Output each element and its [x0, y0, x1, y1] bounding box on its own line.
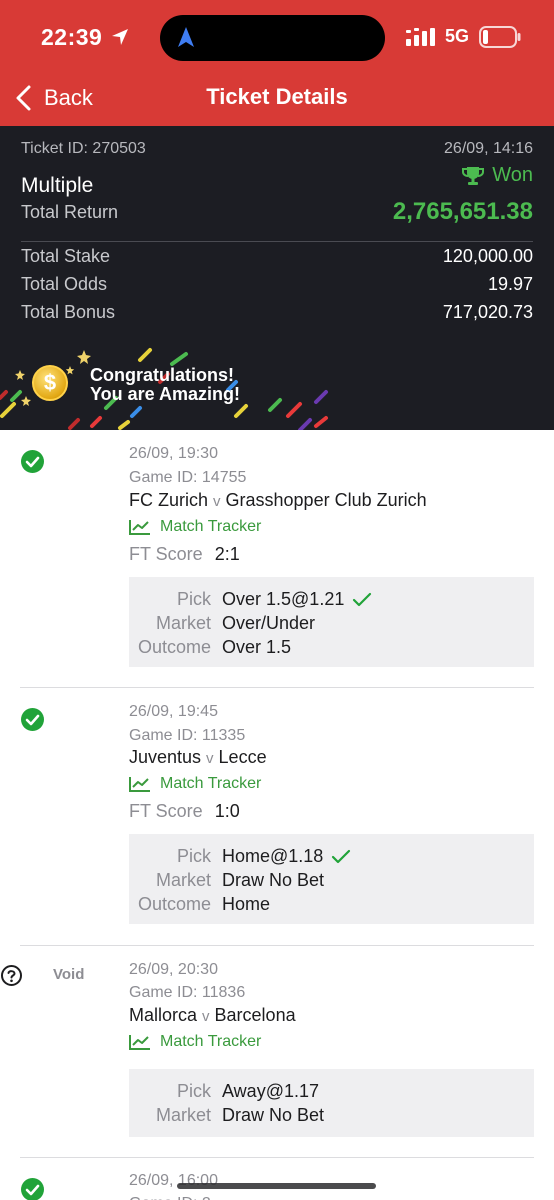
row-value: 19.97 [487, 274, 533, 294]
selection-item: 26/09, 19:30 Game ID: 14755 FC Zurich v Gr… [0, 430, 554, 688]
tracker-label: Match Tracker [160, 518, 262, 535]
match-teams: FC Zurich v Grasshopper Club Zurich [129, 490, 427, 511]
status-badge: Won [462, 164, 533, 187]
check-circle-icon [21, 708, 44, 731]
page-title: Ticket Details [206, 84, 348, 109]
chart-line-icon [129, 1035, 150, 1050]
congrats-line-1: Congratulations! [90, 365, 234, 385]
status-label: Won [492, 164, 533, 186]
divider [21, 241, 533, 242]
pick-label: Pick [176, 589, 211, 609]
void-label: Void [53, 966, 85, 983]
chart-line-icon [129, 520, 150, 535]
row-label: Total Bonus [21, 302, 116, 322]
selection-item: Void 26/09, 20:30 Game ID: 11836 Mallorc… [0, 946, 554, 1158]
ticket-summary: Ticket ID: 270503 26/09, 14:16 Multiple … [0, 126, 554, 430]
versus: v [213, 493, 221, 510]
signal-icon [406, 28, 435, 46]
congrats-line-2: You are Amazing! [90, 384, 241, 404]
outcome-label: Outcome [137, 637, 211, 657]
check-circle-icon [21, 450, 44, 473]
match-datetime: 26/09, 19:45 [129, 703, 218, 720]
game-id: Game ID: 14755 [129, 469, 247, 486]
outcome-value: Home [222, 894, 271, 914]
match-tracker-link[interactable]: Match Tracker [129, 518, 261, 536]
ft-score-label: FT Score [129, 801, 203, 821]
status-time: 22:39 [41, 24, 103, 50]
total-stake-row: Total Stake 120,000.00 [21, 246, 533, 267]
market-label: Market [155, 1105, 211, 1125]
ft-score-value: 1:0 [214, 801, 240, 821]
checkmark-icon [332, 849, 351, 863]
selection-item: 26/09, 16:00 Game ID: 2 [0, 1158, 554, 1200]
away-team: Barcelona [214, 1005, 296, 1025]
tracker-label: Match Tracker [160, 775, 262, 792]
row-value: 717,020.73 [442, 302, 533, 322]
pick-label: Pick [176, 1081, 211, 1101]
pick-details: Pick Away@1.17 Market Draw No Bet [129, 1069, 534, 1137]
chart-line-icon [129, 777, 150, 792]
match-teams: Mallorca v Barcelona [129, 1005, 296, 1026]
game-id: Game ID: 11335 [129, 727, 246, 744]
total-return-label: Total Return [21, 202, 119, 222]
check-circle-icon [21, 1178, 44, 1200]
away-team: Lecce [218, 747, 267, 767]
total-bonus-row: Total Bonus 717,020.73 [21, 302, 533, 323]
market-value: Draw No Bet [222, 1105, 325, 1125]
home-indicator[interactable] [177, 1183, 376, 1189]
versus: v [206, 750, 214, 767]
row-label: Total Odds [21, 274, 108, 294]
game-id: Game ID: 11836 [129, 984, 246, 1001]
question-circle-icon [1, 965, 22, 986]
bet-type: Multiple [21, 174, 94, 197]
ft-score-value: 2:1 [214, 544, 240, 564]
home-team: FC Zurich [129, 490, 209, 510]
selection-item: 26/09, 19:45 Game ID: 11335 Juventus v Lec… [0, 688, 554, 946]
pick-label: Pick [176, 846, 211, 866]
outcome-label: Outcome [137, 894, 211, 914]
pick-value: Over 1.5@1.21 [222, 589, 345, 609]
outcome-value: Over 1.5 [222, 637, 292, 657]
tracker-label: Match Tracker [160, 1033, 262, 1050]
row-label: Total Stake [21, 246, 111, 266]
ft-score: FT Score 1:0 [129, 801, 240, 822]
pick-value: Away@1.17 [222, 1081, 319, 1101]
match-datetime: 26/09, 20:30 [129, 961, 218, 978]
away-team: Grasshopper Club Zurich [225, 490, 427, 510]
game-id: Game ID: 2 [129, 1195, 211, 1200]
market-label: Market [155, 613, 211, 633]
market-value: Draw No Bet [222, 870, 325, 890]
battery-icon [479, 26, 521, 48]
market-label: Market [155, 870, 211, 890]
market-value: Over/Under [222, 613, 316, 633]
top-bar: 22:39 5G Back Ticket Details [0, 0, 554, 126]
total-odds-row: Total Odds 19.97 [21, 274, 533, 295]
location-arrow-icon [112, 29, 128, 45]
pick-details: Pick Over 1.5@1.21 Market Over/Under Out… [129, 577, 534, 667]
trophy-icon [462, 166, 485, 185]
navigation-arrow-icon [178, 27, 194, 47]
match-teams: Juventus v Lecce [129, 747, 267, 768]
match-datetime: 26/09, 19:30 [129, 445, 218, 462]
row-value: 120,000.00 [442, 246, 533, 266]
ticket-id: Ticket ID: 270503 [21, 140, 146, 157]
ticket-date: 26/09, 14:16 [444, 140, 533, 157]
ft-score: FT Score 2:1 [129, 544, 240, 565]
coin-icon: $ [32, 365, 68, 401]
pick-value: Home@1.18 [222, 846, 324, 866]
checkmark-icon [353, 592, 372, 606]
ft-score-label: FT Score [129, 544, 203, 564]
home-team: Juventus [129, 747, 202, 767]
versus: v [202, 1008, 210, 1025]
pick-details: Pick Home@1.18 Market Draw No Bet Outcom… [129, 834, 534, 924]
match-tracker-link[interactable]: Match Tracker [129, 1033, 261, 1051]
confetti-decoration [0, 348, 328, 430]
match-tracker-link[interactable]: Match Tracker [129, 775, 261, 793]
congrats-banner: Congratulations! You are Amazing! [90, 366, 240, 404]
network-type: 5G [445, 26, 470, 46]
total-return-value: 2,765,651.38 [392, 198, 533, 225]
home-team: Mallorca [129, 1005, 198, 1025]
